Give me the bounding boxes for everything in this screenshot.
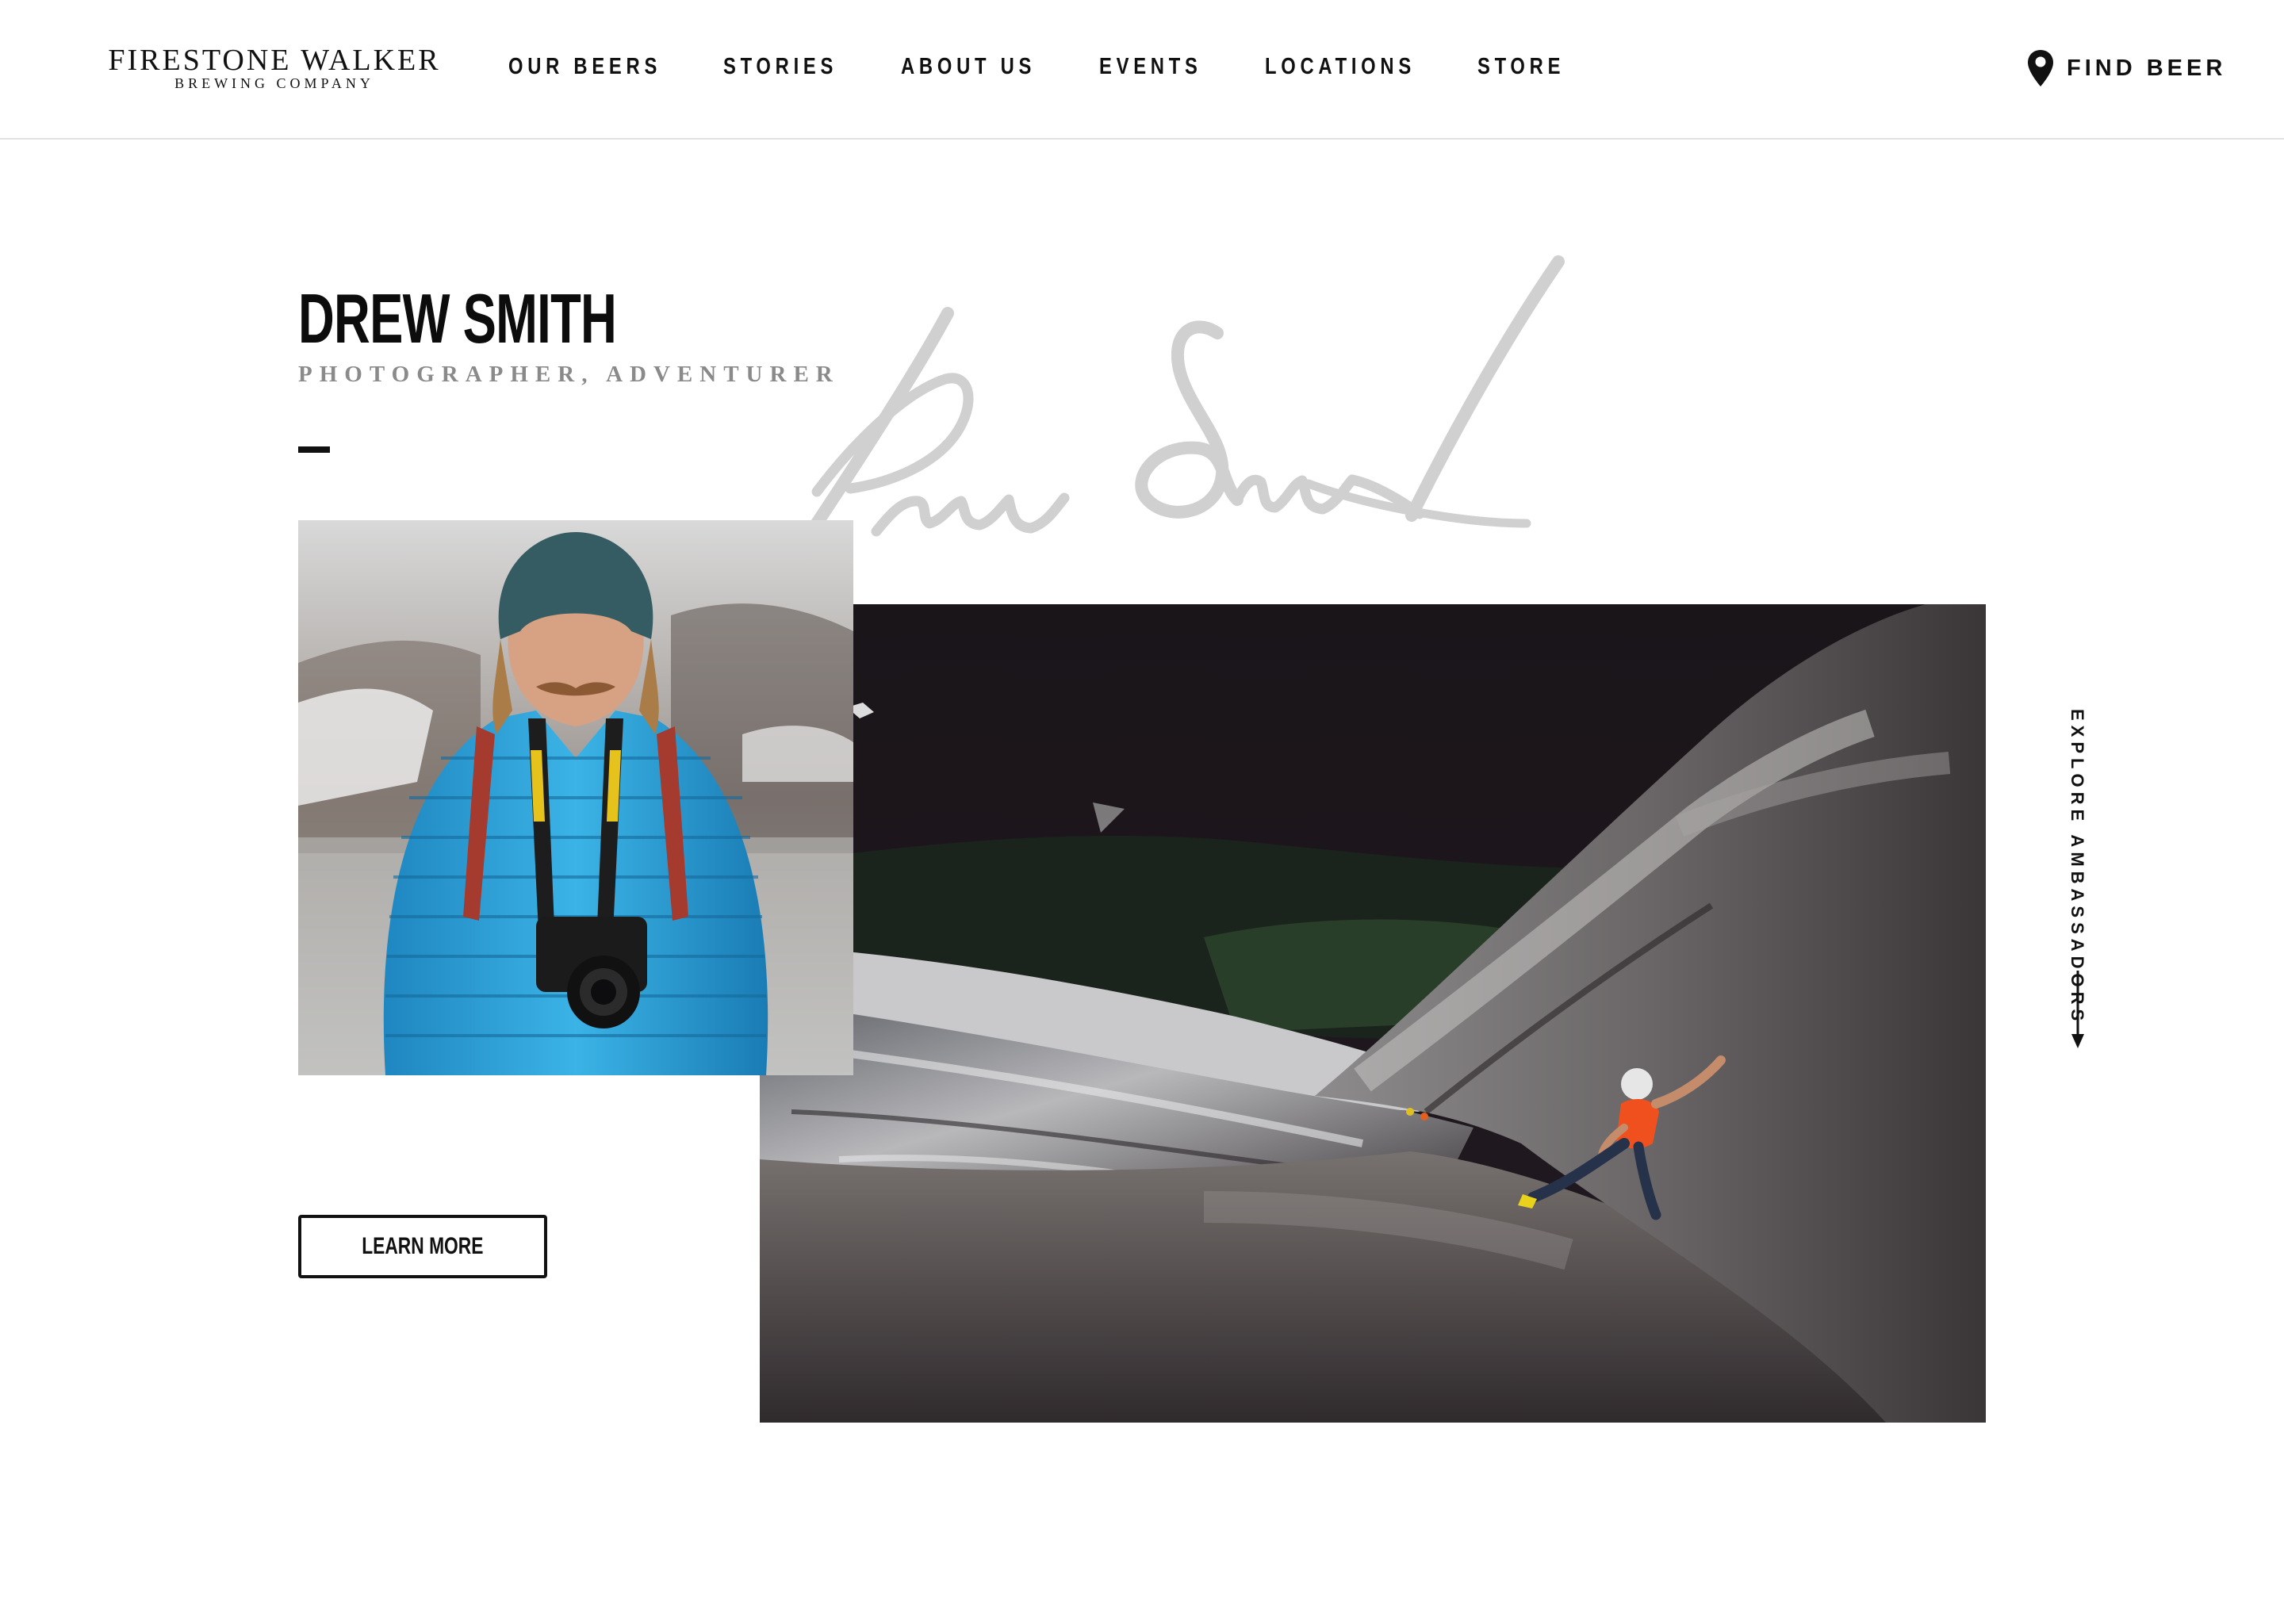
map-pin-icon [2028, 50, 2053, 86]
nav-item-about-us[interactable]: ABOUT US [901, 54, 1036, 80]
ambassador-role: PHOTOGRAPHER, ADVENTURER [298, 362, 840, 387]
find-beer-label: FIND BEER [2067, 55, 2227, 81]
brand-tagline: BREWING COMPANY [174, 75, 374, 91]
nav-item-events[interactable]: EVENTS [1099, 54, 1202, 80]
divider-dash [298, 446, 330, 453]
climbing-photo [760, 604, 1986, 1423]
arrow-down-icon [2071, 971, 2084, 1048]
nav-item-locations[interactable]: LOCATIONS [1265, 54, 1416, 80]
explore-ambassadors-link[interactable]: EXPLORE AMBASSADORS [2062, 709, 2094, 1050]
nav-item-store[interactable]: STORE [1477, 54, 1565, 80]
nav-item-stories[interactable]: STORIES [723, 54, 837, 80]
learn-more-label: LEARN MORE [362, 1233, 484, 1259]
brand-logo[interactable]: FIRESTONE WALKER BREWING COMPANY [102, 43, 447, 90]
ambassador-name: DREW SMITH [298, 279, 617, 358]
ambassador-portrait [298, 520, 853, 1075]
find-beer-link[interactable]: FIND BEER [2027, 49, 2226, 87]
site-header: FIRESTONE WALKER BREWING COMPANY OUR BEE… [0, 0, 2284, 140]
brand-name: FIRESTONE WALKER [108, 44, 441, 77]
learn-more-button[interactable]: LEARN MORE [298, 1215, 547, 1278]
nav-item-our-beers[interactable]: OUR BEERS [508, 54, 661, 80]
